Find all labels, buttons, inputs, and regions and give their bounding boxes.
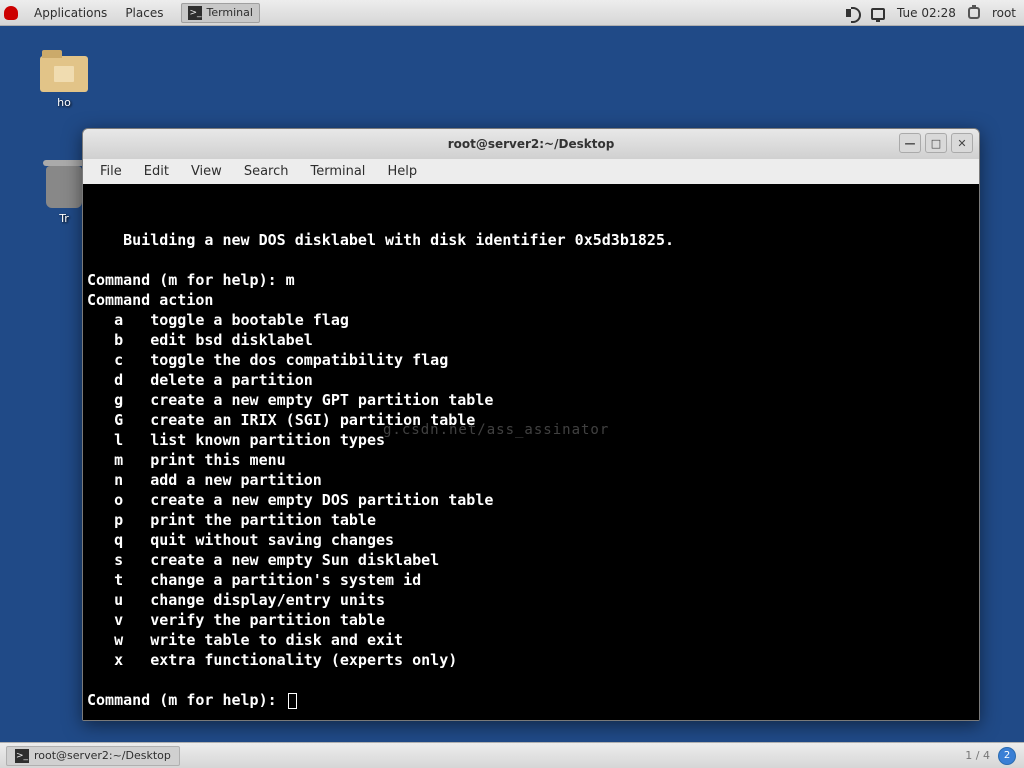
- close-button[interactable]: ✕: [951, 133, 973, 153]
- taskbar-item-label: Terminal: [206, 6, 253, 19]
- desktop: ho Tr root@server2:~/Desktop — □ ✕ File …: [0, 26, 1024, 742]
- taskbar-item-terminal-bottom[interactable]: >_ root@server2:~/Desktop: [6, 746, 180, 766]
- maximize-button[interactable]: □: [925, 133, 947, 153]
- taskbar-item-terminal[interactable]: >_ Terminal: [181, 3, 260, 23]
- folder-icon: [40, 56, 88, 92]
- workspace-badge[interactable]: 2: [998, 747, 1016, 765]
- sound-icon[interactable]: [845, 6, 859, 20]
- titlebar[interactable]: root@server2:~/Desktop — □ ✕: [83, 129, 979, 159]
- menubar: File Edit View Search Terminal Help: [83, 159, 979, 184]
- menu-view[interactable]: View: [182, 161, 231, 182]
- trash-can-icon: [46, 166, 82, 208]
- terminal-icon: >_: [188, 6, 202, 20]
- clock[interactable]: Tue 02:28: [897, 6, 956, 20]
- menu-help[interactable]: Help: [378, 161, 426, 182]
- minimize-button[interactable]: —: [899, 133, 921, 153]
- distro-logo-icon: [4, 6, 18, 20]
- desktop-icon-label: ho: [32, 96, 96, 109]
- top-panel: Applications Places >_ Terminal Tue 02:2…: [0, 0, 1024, 26]
- user-menu[interactable]: root: [992, 6, 1016, 20]
- places-menu[interactable]: Places: [117, 2, 171, 24]
- terminal-icon: >_: [15, 749, 29, 763]
- menu-file[interactable]: File: [91, 161, 131, 182]
- terminal-window: root@server2:~/Desktop — □ ✕ File Edit V…: [82, 128, 980, 721]
- menu-search[interactable]: Search: [235, 161, 298, 182]
- applications-menu[interactable]: Applications: [26, 2, 115, 24]
- network-icon[interactable]: [871, 8, 885, 20]
- home-folder-icon[interactable]: ho: [32, 56, 96, 109]
- menu-terminal[interactable]: Terminal: [301, 161, 374, 182]
- terminal-content[interactable]: Building a new DOS disklabel with disk i…: [83, 184, 979, 720]
- window-title: root@server2:~/Desktop: [448, 137, 615, 151]
- bottom-panel: >_ root@server2:~/Desktop 1 / 4 2: [0, 742, 1024, 768]
- menu-edit[interactable]: Edit: [135, 161, 178, 182]
- terminal-cursor: [288, 693, 297, 709]
- power-icon[interactable]: [968, 7, 980, 19]
- workspace-pager[interactable]: 1 / 4: [965, 749, 990, 762]
- taskbar-item-label: root@server2:~/Desktop: [34, 749, 171, 762]
